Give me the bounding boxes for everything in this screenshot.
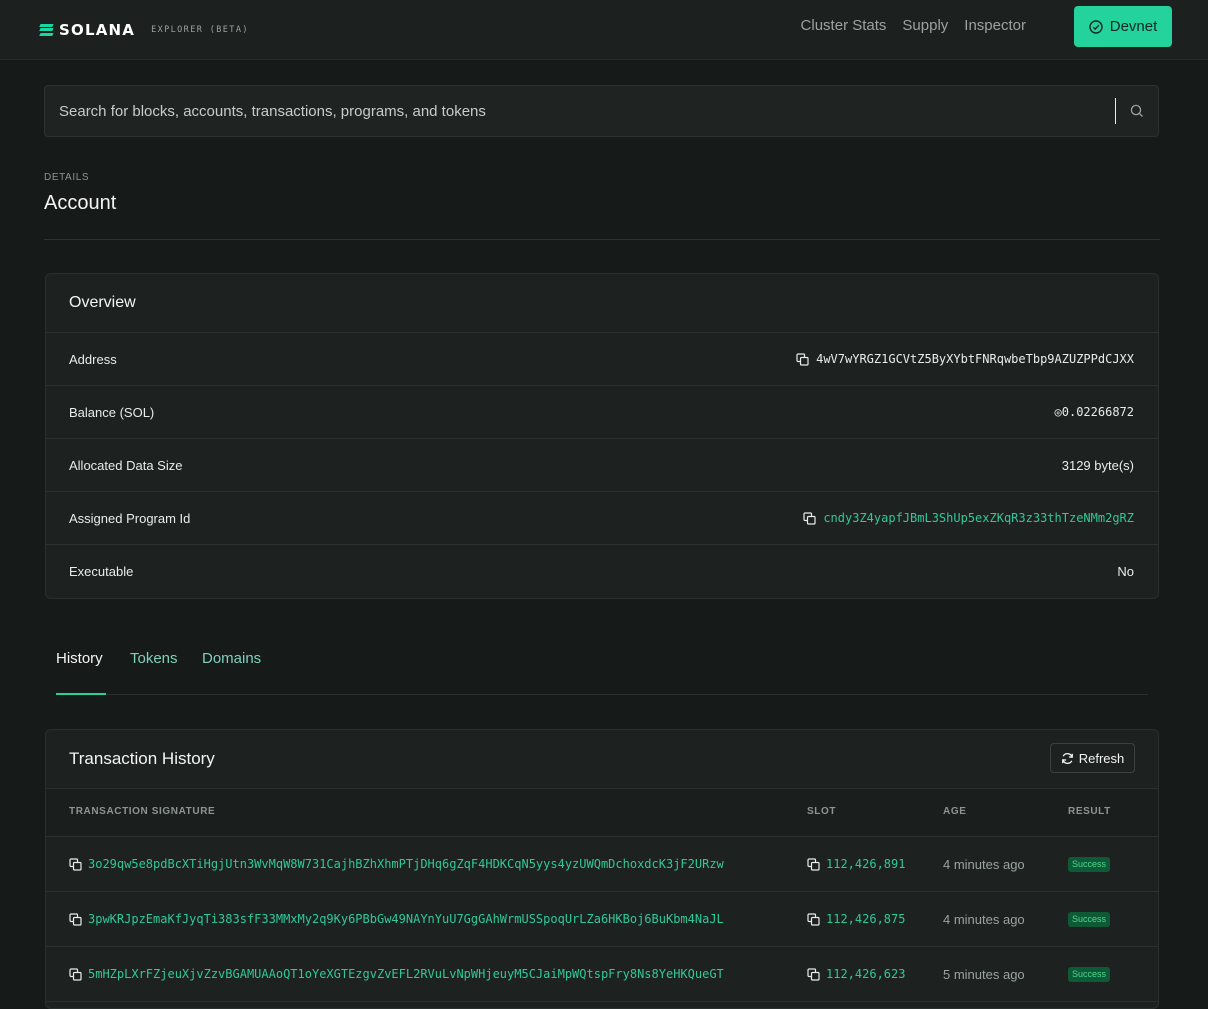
signature-cell: 3o29qw5e8pdBcXTiHgjUtn3WvMqW8W731CajhBZh… (69, 837, 724, 891)
balance-value: ◎0.02266872 (1054, 405, 1134, 419)
status-badge: Success (1068, 911, 1111, 927)
result-cell: Success (1068, 892, 1111, 946)
page-title: Account (44, 192, 117, 214)
logo-subtitle: EXPLORER (BETA) (151, 24, 249, 35)
copy-icon[interactable] (69, 967, 82, 981)
status-badge: Success (1068, 856, 1111, 872)
cluster-select-button[interactable]: Devnet (1074, 6, 1172, 47)
search-divider (1115, 98, 1116, 124)
signature-link[interactable]: 3pwKRJpzEmaKfJyqTi383sfF33MMxMy2q9Ky6PBb… (88, 912, 724, 926)
solana-logo[interactable]: SOLANA EXPLORER (BETA) (39, 20, 249, 39)
table-row: 3o29qw5e8pdBcXTiHgjUtn3WvMqW8W731CajhBZh… (46, 837, 1158, 892)
slot-cell: 112,426,623 (807, 947, 905, 1001)
tab-history[interactable]: History (56, 650, 103, 667)
data-size-value: 3129 byte(s) (1061, 457, 1134, 473)
transaction-history-card: Transaction History Refresh TRANSACTION … (45, 729, 1159, 1009)
search-bar (44, 85, 1159, 137)
program-id-value: cndy3Z4yapfJBmL3ShUp5exZKqR3z33thTzeNMm2… (803, 511, 1134, 525)
age-cell: 4 minutes ago (943, 911, 1025, 927)
row-label: Balance (SOL) (69, 404, 155, 420)
col-result: RESULT (1068, 806, 1111, 817)
signature-cell: 3pwKRJpzEmaKfJyqTi383sfF33MMxMy2q9Ky6PBb… (69, 892, 724, 946)
refresh-label: Refresh (1078, 750, 1125, 766)
overview-row-address: Address 4wV7wYRGZ1GCVtZ5ByXYbtFNRqwbeTbp… (46, 333, 1158, 386)
status-badge: Success (1068, 966, 1111, 982)
copy-icon[interactable] (69, 912, 82, 926)
copy-icon[interactable] (807, 857, 820, 871)
tab-domains[interactable]: Domains (202, 650, 261, 667)
address-value: 4wV7wYRGZ1GCVtZ5ByXYbtFNRqwbeTbp9AZUZPPd… (796, 352, 1134, 366)
slot-link[interactable]: 112,426,891 (826, 857, 905, 871)
main-nav: Cluster Stats Supply Inspector (801, 17, 1026, 34)
nav-inspector[interactable]: Inspector (964, 17, 1026, 34)
col-signature: TRANSACTION SIGNATURE (69, 806, 216, 817)
account-tabs: History Tokens Domains (56, 640, 1148, 695)
solana-mark-icon (39, 23, 54, 36)
row-label: Executable (69, 564, 134, 579)
row-label: Allocated Data Size (69, 457, 183, 473)
result-cell: Success (1068, 947, 1111, 1001)
overview-card: Overview Address 4wV7wYRGZ1GCVtZ5ByXYbtF… (45, 273, 1159, 599)
copy-icon[interactable] (807, 912, 820, 926)
slot-link[interactable]: 112,426,875 (826, 912, 905, 926)
nav-cluster-stats[interactable]: Cluster Stats (801, 17, 887, 34)
overview-header: Overview (46, 274, 1158, 333)
col-age: AGE (943, 806, 967, 817)
copy-icon[interactable] (796, 352, 809, 366)
top-navbar: SOLANA EXPLORER (BETA) Cluster Stats Sup… (0, 0, 1208, 60)
address-text: 4wV7wYRGZ1GCVtZ5ByXYbtFNRqwbeTbp9AZUZPPd… (816, 352, 1134, 366)
result-cell: Success (1068, 837, 1111, 891)
col-slot: SLOT (807, 806, 837, 817)
overview-row-program-id: Assigned Program Id cndy3Z4yapfJBmL3ShUp… (46, 492, 1158, 545)
overview-row-data-size: Allocated Data Size 3129 byte(s) (46, 439, 1158, 492)
copy-icon[interactable] (69, 857, 82, 871)
slot-link[interactable]: 112,426,623 (826, 967, 905, 981)
logo-wordmark: SOLANA (59, 20, 136, 39)
cluster-label: Devnet (1109, 18, 1158, 35)
slot-cell: 112,426,891 (807, 837, 905, 891)
signature-link[interactable]: 5mHZpLXrFZjeuXjvZzvBGAMUAAoQT1oYeXGTEzgv… (88, 967, 724, 981)
search-input[interactable] (45, 86, 1115, 136)
copy-icon[interactable] (807, 967, 820, 981)
history-header: Transaction History Refresh (46, 730, 1158, 789)
copy-icon[interactable] (803, 511, 816, 525)
row-label: Address (69, 351, 117, 367)
executable-value: No (1117, 564, 1134, 579)
program-id-link[interactable]: cndy3Z4yapfJBmL3ShUp5exZKqR3z33thTzeNMm2… (823, 511, 1134, 525)
tab-tokens[interactable]: Tokens (130, 650, 178, 667)
overview-row-balance: Balance (SOL) ◎0.02266872 (46, 386, 1158, 439)
age-cell: 5 minutes ago (943, 966, 1025, 982)
active-tab-indicator (56, 693, 106, 695)
slot-cell: 112,426,875 (807, 892, 905, 946)
nav-supply[interactable]: Supply (902, 17, 948, 34)
refresh-button[interactable]: Refresh (1050, 743, 1135, 773)
signature-link[interactable]: 3o29qw5e8pdBcXTiHgjUtn3WvMqW8W731CajhBZh… (88, 857, 724, 871)
search-icon[interactable] (1130, 104, 1158, 118)
header-divider (44, 239, 1160, 240)
row-label: Assigned Program Id (69, 510, 191, 526)
overview-title: Overview (69, 294, 136, 311)
check-circle-icon (1089, 19, 1103, 34)
age-cell: 4 minutes ago (943, 856, 1025, 872)
history-table-header: TRANSACTION SIGNATURE SLOT AGE RESULT (46, 789, 1158, 837)
overview-row-executable: Executable No (46, 545, 1158, 598)
page-pretitle: DETAILS (44, 172, 90, 183)
table-row: 5mHZpLXrFZjeuXjvZzvBGAMUAAoQT1oYeXGTEzgv… (46, 947, 1158, 1002)
refresh-icon (1061, 752, 1073, 764)
table-row: 3pwKRJpzEmaKfJyqTi383sfF33MMxMy2q9Ky6PBb… (46, 892, 1158, 947)
signature-cell: 5mHZpLXrFZjeuXjvZzvBGAMUAAoQT1oYeXGTEzgv… (69, 947, 724, 1001)
history-title: Transaction History (69, 749, 215, 768)
